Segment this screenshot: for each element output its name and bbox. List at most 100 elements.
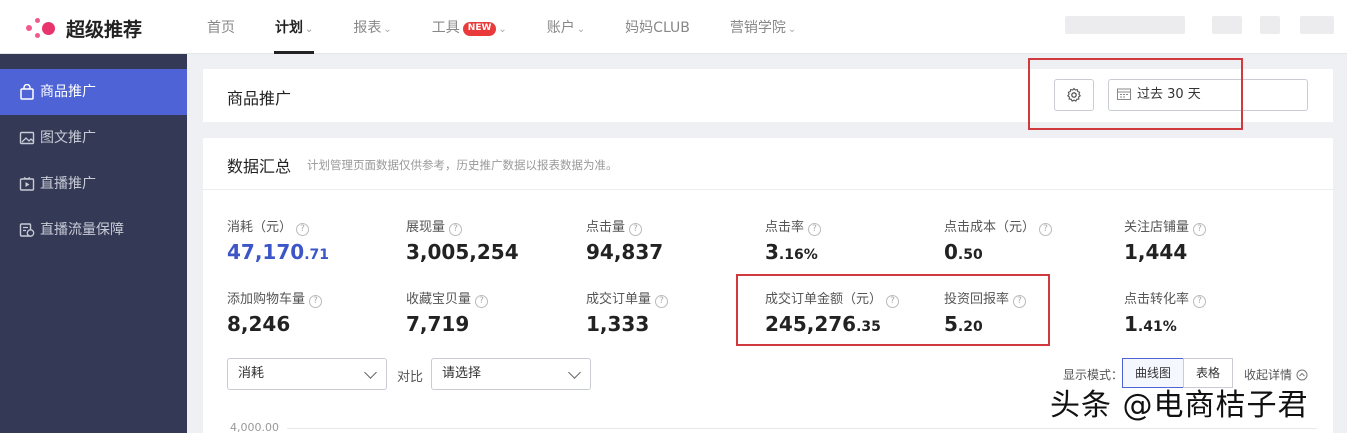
metric-label: 点击成本（元） bbox=[944, 220, 1036, 235]
metric-select[interactable]: 消耗 bbox=[227, 358, 387, 390]
highlight-box bbox=[736, 274, 1050, 346]
help-icon[interactable]: ? bbox=[475, 295, 489, 308]
chart-grid-line bbox=[287, 428, 1317, 429]
sidebar-item-image-promo[interactable]: 图文推广 bbox=[0, 115, 187, 161]
nav-item-mama-club[interactable]: 妈妈CLUB bbox=[614, 0, 701, 54]
user-info-blurred bbox=[1300, 16, 1334, 34]
top-nav-bar: 超级推荐 首页 计划 ⌄ 报表 ⌄ 工具 NEW ⌄ 账户 ⌄ 妈妈CLUB 营销学院 ⌄ bbox=[0, 0, 1347, 54]
metric-label: 收藏宝贝量 bbox=[406, 292, 472, 307]
metric-orders[interactable]: 成交订单量? 1,333 bbox=[586, 288, 669, 336]
metric-value: 3,005,254 bbox=[406, 240, 519, 264]
nav-item-tools[interactable]: 工具 NEW ⌄ bbox=[421, 0, 518, 54]
metric-label: 添加购物车量 bbox=[227, 292, 306, 307]
metric-value: 8,246 bbox=[227, 312, 291, 336]
image-icon bbox=[19, 131, 35, 145]
metric-value: 7,719 bbox=[406, 312, 470, 336]
metric-label: 点击转化率 bbox=[1124, 292, 1190, 307]
logo-mark-icon bbox=[22, 14, 62, 42]
metric-impressions[interactable]: 展现量? 3,005,254 bbox=[406, 216, 519, 264]
user-info-blurred bbox=[1260, 16, 1280, 34]
nav-label: 账户 bbox=[546, 20, 575, 36]
nav-label: 工具 bbox=[431, 20, 460, 36]
page-title: 商品推广 bbox=[227, 89, 292, 108]
sidebar-item-live-promo[interactable]: 直播推广 bbox=[0, 161, 187, 207]
main-nav: 首页 计划 ⌄ 报表 ⌄ 工具 NEW ⌄ 账户 ⌄ 妈妈CLUB 营销学院 ⌄ bbox=[196, 0, 825, 54]
compare-label: 对比 bbox=[397, 370, 424, 385]
app-logo[interactable]: 超级推荐 bbox=[22, 14, 142, 42]
divider bbox=[203, 189, 1333, 190]
section-note: 计划管理页面数据仅供参考，历史推广数据以报表数据为准。 bbox=[307, 158, 618, 172]
metric-conversion-rate[interactable]: 点击转化率? 1.41% bbox=[1124, 288, 1207, 336]
nav-item-account[interactable]: 账户 ⌄ bbox=[536, 0, 596, 54]
metric-shop-follows[interactable]: 关注店铺量? 1,444 bbox=[1124, 216, 1207, 264]
metric-value: 0 bbox=[944, 240, 958, 264]
chevron-down-icon bbox=[364, 366, 377, 379]
nav-item-plan[interactable]: 计划 ⌄ bbox=[264, 0, 324, 54]
nav-label: 妈妈CLUB bbox=[625, 20, 690, 36]
help-icon[interactable]: ? bbox=[309, 295, 323, 308]
nav-item-home[interactable]: 首页 bbox=[196, 0, 246, 54]
chevron-down-icon: ⌄ bbox=[498, 24, 507, 35]
help-icon[interactable]: ? bbox=[1193, 223, 1207, 236]
metric-value-decimal: .71 bbox=[304, 247, 329, 263]
metric-label: 成交订单量 bbox=[586, 292, 652, 307]
bag-icon bbox=[20, 84, 34, 100]
video-icon bbox=[19, 176, 35, 191]
watermark: 头条 @电商桔子君 bbox=[1050, 388, 1309, 423]
metric-value: 1 bbox=[1124, 312, 1138, 336]
chart-y-axis-label: 4,000.00 bbox=[230, 421, 279, 433]
metric-value-decimal: .16% bbox=[778, 247, 818, 263]
highlight-box bbox=[1028, 58, 1243, 130]
nav-label: 首页 bbox=[207, 20, 235, 36]
help-icon[interactable]: ? bbox=[629, 223, 643, 236]
select-value: 消耗 bbox=[238, 366, 265, 381]
nav-item-reports[interactable]: 报表 ⌄ bbox=[342, 0, 402, 54]
chevron-down-icon: ⌄ bbox=[305, 24, 314, 35]
nav-label: 营销学院 bbox=[729, 20, 786, 36]
metric-value: 3 bbox=[765, 240, 779, 264]
sidebar-item-label: 直播流量保障 bbox=[40, 222, 124, 238]
section-title: 数据汇总 bbox=[227, 157, 292, 176]
chevron-down-icon: ⌄ bbox=[576, 24, 586, 35]
shield-doc-icon bbox=[19, 223, 35, 237]
metric-cpc[interactable]: 点击成本（元）? 0.50 bbox=[944, 216, 1053, 264]
help-icon[interactable]: ? bbox=[808, 223, 822, 236]
nav-label: 报表 bbox=[353, 20, 382, 36]
sidebar-item-product-promo[interactable]: 商品推广 bbox=[0, 69, 187, 115]
nav-item-academy[interactable]: 营销学院 ⌄ bbox=[719, 0, 807, 54]
metric-favorites[interactable]: 收藏宝贝量? 7,719 bbox=[406, 288, 489, 336]
help-icon[interactable]: ? bbox=[449, 223, 463, 236]
chevron-down-icon: ⌄ bbox=[787, 24, 797, 35]
metric-spend[interactable]: 消耗（元）? 47,170.71 bbox=[227, 216, 329, 264]
sidebar-item-label: 图文推广 bbox=[40, 130, 96, 146]
sidebar-item-live-traffic-guarantee[interactable]: 直播流量保障 bbox=[0, 207, 187, 253]
help-icon[interactable]: ? bbox=[655, 295, 669, 308]
user-info-blurred[interactable] bbox=[1065, 16, 1185, 34]
metric-clicks[interactable]: 点击量? 94,837 bbox=[586, 216, 663, 264]
metric-value-decimal: .50 bbox=[957, 247, 983, 263]
help-icon[interactable]: ? bbox=[1039, 223, 1053, 236]
sidebar-item-label: 直播推广 bbox=[40, 176, 96, 192]
metric-label: 关注店铺量 bbox=[1124, 220, 1190, 235]
help-icon[interactable]: ? bbox=[296, 223, 310, 236]
metric-value: 47,170 bbox=[227, 240, 305, 264]
select-value: 请选择 bbox=[442, 366, 482, 381]
metric-value: 94,837 bbox=[586, 240, 664, 264]
metric-add-to-cart[interactable]: 添加购物车量? 8,246 bbox=[227, 288, 323, 336]
help-icon[interactable]: ? bbox=[1193, 295, 1207, 308]
metric-label: 消耗（元） bbox=[227, 220, 293, 235]
metric-ctr[interactable]: 点击率? 3.16% bbox=[765, 216, 822, 264]
compare-select[interactable]: 请选择 bbox=[431, 358, 591, 390]
metric-label: 展现量 bbox=[406, 220, 446, 235]
sidebar: 商品推广 图文推广 直播推广 直播流量保障 bbox=[0, 54, 187, 433]
metric-label: 点击量 bbox=[586, 220, 626, 235]
logo-text: 超级推荐 bbox=[66, 18, 143, 41]
metric-value-decimal: .41% bbox=[1137, 319, 1177, 335]
chevron-down-icon: ⌄ bbox=[383, 24, 392, 35]
metric-label: 点击率 bbox=[765, 220, 805, 235]
metric-value: 1,333 bbox=[586, 312, 650, 336]
new-badge: NEW bbox=[462, 22, 497, 36]
user-info-blurred bbox=[1212, 16, 1242, 34]
chevron-down-icon bbox=[568, 366, 581, 379]
sidebar-item-label: 商品推广 bbox=[40, 84, 96, 100]
